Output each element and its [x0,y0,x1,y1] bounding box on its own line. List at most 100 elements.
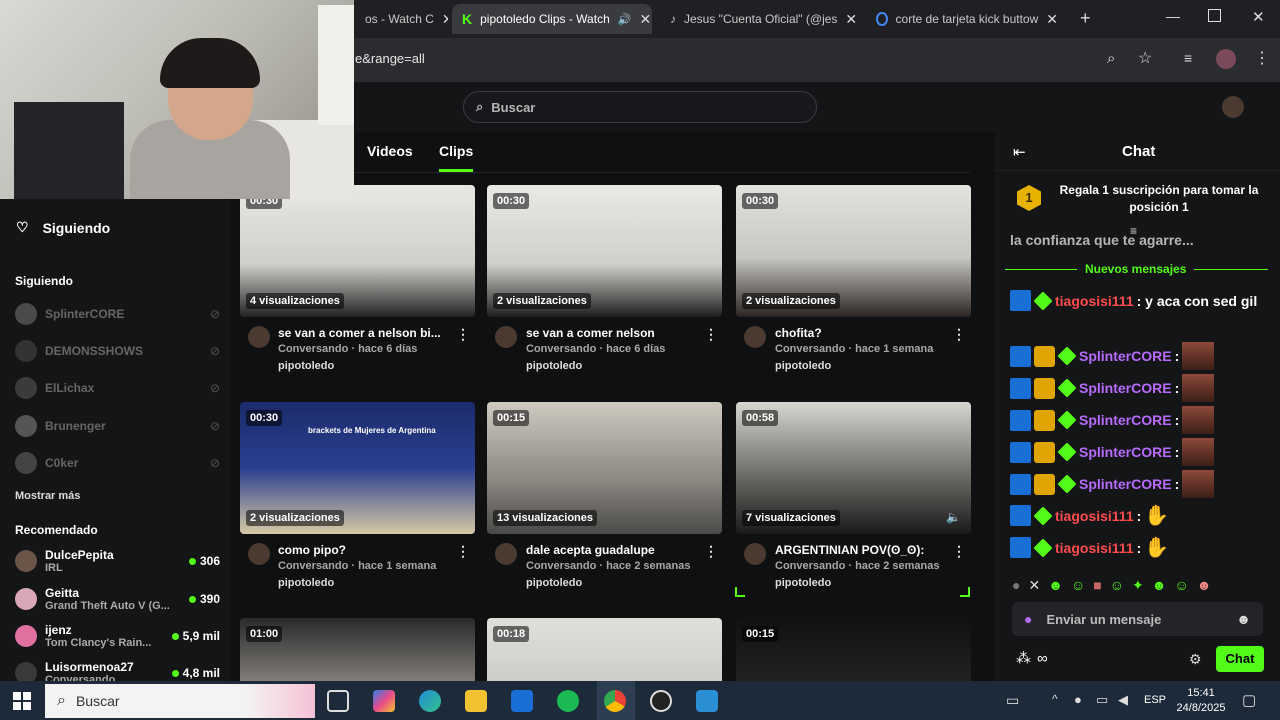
app-icon[interactable] [696,690,718,712]
more-options-icon[interactable]: ⋮ [952,326,966,343]
sidebar-item-recommended[interactable]: Geitta Grand Theft Auto V (G... 390 [15,586,220,612]
chat-message[interactable]: SplinterCORE: [1010,470,1215,498]
clip-thumbnail[interactable]: 00:30 brackets de Mujeres de Argentina 2… [240,402,475,534]
chat-username[interactable]: SplinterCORE [1079,444,1172,460]
microphone-icon[interactable]: ● [1024,611,1032,627]
clip-author[interactable]: pipotoledo [526,360,582,372]
clip-title[interactable]: se van a comer nelson [526,326,696,340]
show-more-link[interactable]: Mostrar más [15,490,80,502]
mute-emote-icon[interactable]: ✕ [1028,577,1040,595]
clock[interactable]: 15:41 24/8/2025 [1176,686,1226,716]
clip-title[interactable]: se van a comer a nelson bi... [278,326,448,340]
profile-avatar[interactable] [1216,49,1236,69]
more-options-icon[interactable]: ⋮ [952,543,966,560]
close-icon[interactable]: ✕ [845,11,857,28]
chat-message[interactable]: tiagosisi111: ✋ [1010,535,1169,560]
search-input[interactable]: ⌕ Buscar [463,91,817,123]
browser-tab-active[interactable]: K pipotoledo Clips - Watch 🔊 ✕ [452,4,652,34]
obs-icon[interactable] [650,690,672,712]
more-menu-icon[interactable]: ⋮ [1254,48,1270,68]
emote-icon[interactable]: ☺ [1110,577,1124,595]
send-chat-button[interactable]: Chat [1216,646,1264,672]
windows-start-icon[interactable] [13,692,31,710]
clip-author[interactable]: pipotoledo [775,360,831,372]
emote-icon[interactable]: ■ [1093,577,1101,595]
close-icon[interactable]: ✕ [639,11,651,28]
chat-message[interactable]: tiagosisi111: ✋ [1010,503,1169,528]
clip-thumbnail[interactable]: 00:15 [736,618,971,681]
taskbar-search-input[interactable]: ⌕ Buscar [45,684,315,718]
browser-tab[interactable]: ♪ Jesus "Cuenta Oficial" (@jes ✕ [660,4,860,34]
user-avatar[interactable] [1222,96,1244,118]
tab-videos[interactable]: Videos [367,143,413,159]
close-icon[interactable]: ✕ [1046,11,1058,28]
chat-username[interactable]: tiagosisi111 [1055,508,1134,524]
chat-message[interactable]: tiagosisi111 : y aca con sed gil [1010,290,1265,311]
chat-message[interactable]: SplinterCORE: [1010,342,1215,370]
microphone-icon[interactable]: ● [1074,692,1082,707]
network-icon[interactable]: ▭ [1096,692,1108,708]
zoom-icon[interactable]: ⌕ [1107,50,1115,67]
more-options-icon[interactable]: ⋮ [704,326,718,343]
clip-title[interactable]: ARGENTINIAN POV(ʘ_ʘ): [775,543,945,557]
tab-clips[interactable]: Clips [439,143,473,159]
scroll-handle-icon[interactable]: ≡ [1130,224,1137,238]
collapse-chat-icon[interactable]: ⇤ [1013,143,1026,161]
more-options-icon[interactable]: ⋮ [456,326,470,343]
emote-icon[interactable]: ✦ [1132,577,1144,595]
maximize-icon[interactable] [1208,9,1221,22]
sidebar-item-following[interactable]: SplinterCORE ⊘ [15,303,220,325]
chat-settings-icon[interactable]: ⚙ [1189,651,1202,668]
chat-username[interactable]: SplinterCORE [1079,348,1172,364]
sidebar-item-recommended[interactable]: ijenz Tom Clancy's Rain... 5,9 mil [15,623,220,649]
minimize-icon[interactable]: — [1166,8,1180,24]
spotify-icon[interactable] [557,690,579,712]
input-indicator-icon[interactable]: ▭ [1006,692,1019,709]
emoji-picker-icon[interactable]: ☻ [1236,611,1251,627]
gift-sub-banner[interactable]: Regala 1 suscripción para tomar la posic… [1059,182,1259,216]
outlook-icon[interactable] [511,690,533,712]
chat-message[interactable]: SplinterCORE: [1010,406,1215,434]
volume-icon[interactable]: ◀ [1118,692,1128,708]
sidebar-item-following[interactable]: Brunenger ⊘ [15,415,220,437]
new-tab-icon[interactable]: + [1080,8,1091,29]
clip-title[interactable]: como pipo? [278,543,448,557]
emote-icon[interactable]: ☻ [1152,577,1167,595]
hidden-icons-chevron-icon[interactable]: ^ [1052,692,1058,706]
clip-thumbnail[interactable]: 00:58 7 visualizaciones 🔈 [736,402,971,534]
notifications-icon[interactable]: ▢ [1242,691,1256,709]
clip-title[interactable]: chofita? [775,326,945,340]
browser-tab[interactable]: os - Watch C ✕ [355,4,448,34]
chat-username[interactable]: tiagosisi111 [1055,293,1134,309]
clip-author[interactable]: pipotoledo [526,577,582,589]
sidebar-item-following[interactable]: DEMONSSHOWS ⊘ [15,340,220,362]
clip-thumbnail[interactable]: 01:00 [240,618,475,681]
clip-author[interactable]: pipotoledo [278,360,334,372]
chat-username[interactable]: SplinterCORE [1079,380,1172,396]
sidebar-following-link[interactable]: ♡ Siguiendo [16,219,110,236]
chat-message[interactable]: SplinterCORE: [1010,374,1215,402]
sidebar-item-following[interactable]: ElLichax ⊘ [15,377,220,399]
clip-thumbnail[interactable]: 00:30 2 visualizaciones [736,185,971,317]
clip-author[interactable]: pipotoledo [278,577,334,589]
browser-tab[interactable]: corte de tarjeta kick buttow ✕ [866,4,1068,34]
more-options-icon[interactable]: ⋮ [704,543,718,560]
sidebar-item-following[interactable]: C0ker ⊘ [15,452,220,474]
channel-points[interactable]: ⁂ ∞ [1016,649,1048,668]
more-options-icon[interactable]: ⋮ [456,543,470,560]
clip-title[interactable]: dale acepta guadalupe [526,543,696,557]
bookmark-star-icon[interactable]: ☆ [1138,48,1152,68]
copilot-icon[interactable] [373,690,395,712]
close-window-icon[interactable]: ✕ [1252,8,1265,26]
chat-input[interactable]: ● Enviar un mensaje ☻ [1012,602,1263,636]
edge-icon[interactable] [419,690,441,712]
emote-icon[interactable]: ☻ [1197,577,1212,595]
clip-thumbnail[interactable]: 00:15 13 visualizaciones [487,402,722,534]
volume-icon[interactable]: 🔈 [946,510,961,524]
close-icon[interactable]: ✕ [442,11,448,28]
clip-thumbnail[interactable]: 00:30 4 visualizaciones [240,185,475,317]
emote-icon[interactable]: ● [1012,577,1020,595]
media-control-icon[interactable]: ≡ [1184,50,1192,66]
emote-icon[interactable]: ☺ [1071,577,1085,595]
chat-username[interactable]: tiagosisi111 [1055,540,1134,556]
